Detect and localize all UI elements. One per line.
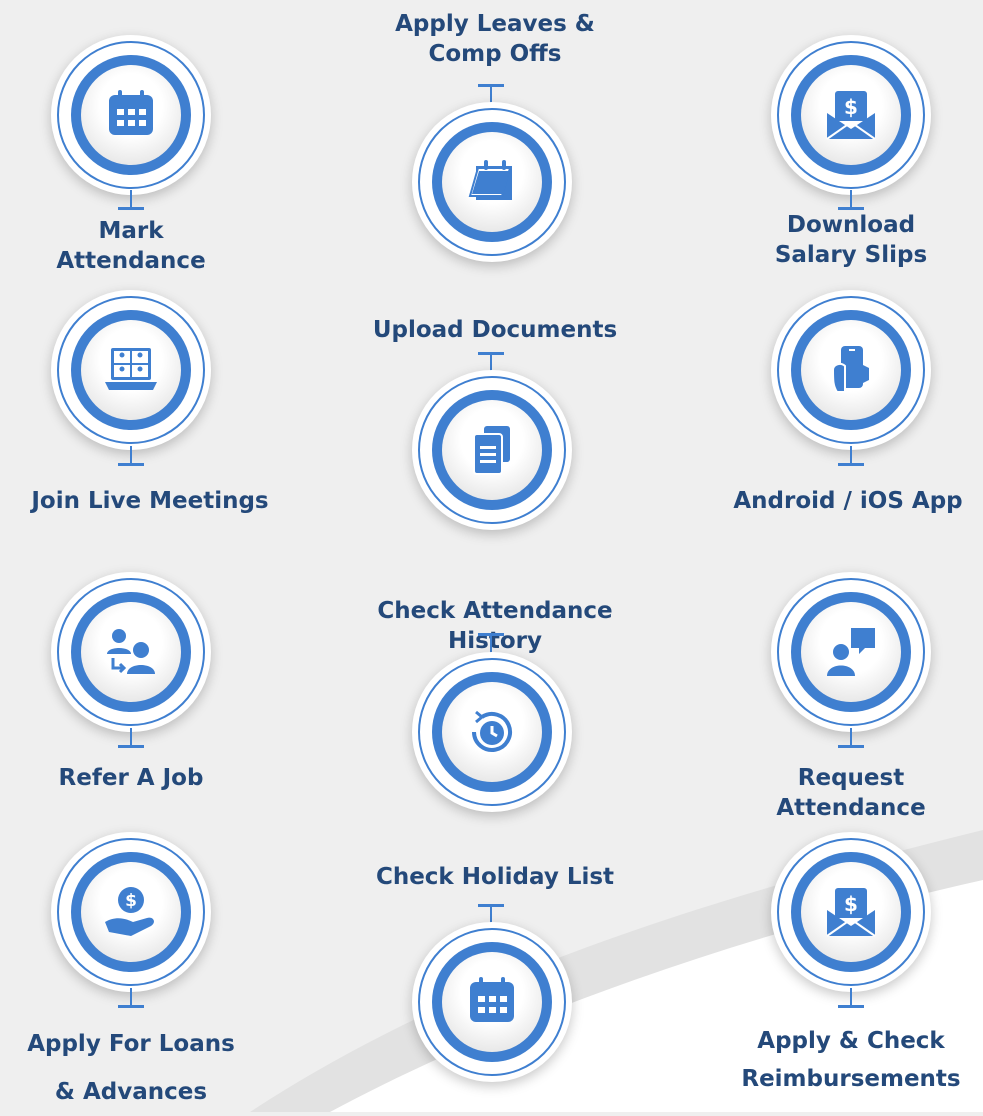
clock-history-icon <box>472 710 512 752</box>
feature-icon-circle <box>412 102 572 262</box>
feature-label: Check Attendance History <box>377 598 613 654</box>
feature-icon-circle: $ <box>771 35 931 195</box>
feature-label: Download Salary Slips <box>774 212 928 268</box>
feature-icon-circle <box>412 922 572 1082</box>
phone-hand-icon <box>831 346 869 393</box>
feature-icon-circle <box>412 652 572 812</box>
feature-label: Mark Attendance <box>56 218 206 274</box>
svg-text:$: $ <box>844 95 858 119</box>
feature-label: Request Attendance <box>776 765 926 821</box>
feature-label: Android / iOS App <box>733 488 963 514</box>
salary-envelope-icon: $ <box>826 91 876 140</box>
user-chat-icon <box>827 628 875 676</box>
feature-label: Apply For Loans & Advances <box>27 1031 235 1105</box>
svg-text:$: $ <box>125 891 137 911</box>
feature-icon-circle <box>51 35 211 195</box>
documents-icon <box>473 426 510 475</box>
refer-users-icon <box>107 629 155 674</box>
feature-icon-circle <box>412 370 572 530</box>
feature-icon-circle <box>51 290 211 450</box>
feature-icon-circle: $ <box>771 832 931 992</box>
feature-icon-circle <box>771 572 931 732</box>
feature-icon-circle <box>771 290 931 450</box>
feature-label: Refer A Job <box>58 765 204 791</box>
calendar-icon <box>109 90 153 135</box>
video-meeting-icon <box>105 348 157 390</box>
svg-text:$: $ <box>844 892 858 916</box>
leave-calendar-icon <box>468 160 512 200</box>
calendar-icon <box>470 977 514 1022</box>
dollar-hand-icon: $ <box>105 887 154 936</box>
feature-label: Apply Leaves & Comp Offs <box>395 11 595 67</box>
feature-label: Apply & Check Reimbursements <box>741 1028 961 1092</box>
feature-icon-circle <box>51 572 211 732</box>
feature-label: Join Live Meetings <box>31 488 269 514</box>
feature-label: Upload Documents <box>372 317 618 343</box>
salary-envelope-icon: $ <box>826 888 876 937</box>
feature-label: Check Holiday List <box>375 864 615 890</box>
feature-icon-circle: $ <box>51 832 211 992</box>
